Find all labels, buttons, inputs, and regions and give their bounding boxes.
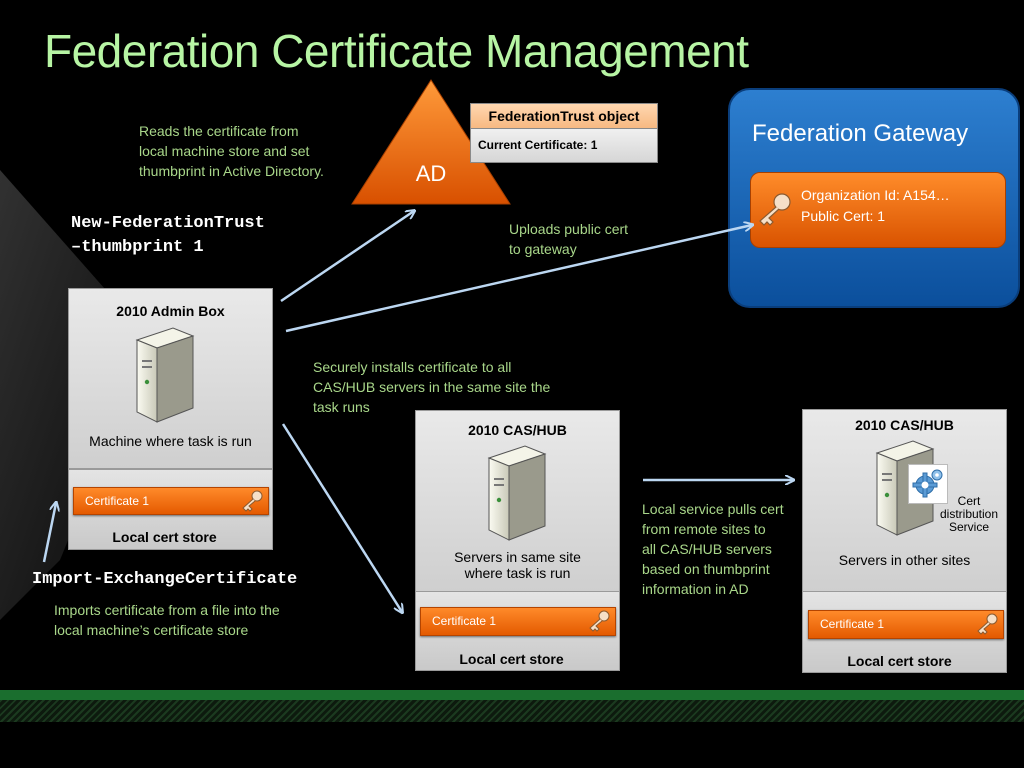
- footer-stripe-band: [0, 700, 1024, 722]
- key-icon: [759, 193, 791, 226]
- cas-other-title: 2010 CAS/HUB: [855, 417, 954, 433]
- command-new-federation-trust: New-FederationTrust –thumbprint 1: [71, 214, 265, 257]
- note-reads-certificate: Reads the certificate from local machine …: [139, 123, 324, 179]
- current-certificate: Current Certificate: 1: [478, 138, 598, 152]
- ad-label: AD: [416, 161, 447, 186]
- footer-green-band: [0, 690, 1024, 700]
- command-import-exchange-certificate: Import-ExchangeCertificate: [32, 570, 298, 589]
- federation-trust-body: Current Certificate: 1: [470, 128, 658, 163]
- cas-same-title: 2010 CAS/HUB: [468, 422, 567, 438]
- key-icon: [977, 613, 998, 635]
- cas-same-certificate: Certificate 1: [420, 607, 616, 636]
- public-cert: Public Cert: 1: [801, 208, 886, 224]
- admin-box-caption: Machine where task is run: [89, 433, 252, 449]
- page-title: Federation Certificate Management: [44, 25, 749, 77]
- admin-certificate: Certificate 1: [73, 487, 269, 515]
- cert-distribution-service-label: Cert distribution Service: [939, 494, 999, 534]
- note-pulls: Local service pulls cert from remote site…: [642, 501, 784, 597]
- admin-box-title: 2010 Admin Box: [116, 303, 225, 319]
- cas-same-store-label: Local cert store: [459, 651, 564, 667]
- organization-info: Organization Id: A154… Public Cert: 1: [801, 185, 950, 227]
- note-imports: Imports certificate from a file into the…: [54, 602, 280, 638]
- organization-id: Organization Id: A154…: [801, 187, 950, 203]
- key-icon: [242, 490, 263, 512]
- note-installs: Securely installs certificate to all CAS/…: [313, 359, 551, 415]
- cas-same-caption: Servers in same site where task is run: [454, 549, 581, 581]
- key-icon: [589, 610, 610, 632]
- cas-other-certificate: Certificate 1: [808, 610, 1004, 639]
- server-icon: [487, 445, 547, 541]
- cas-other-store-label: Local cert store: [847, 653, 952, 669]
- admin-store-label: Local cert store: [112, 529, 217, 545]
- server-icon: [135, 327, 195, 423]
- federation-trust-header: FederationTrust object: [470, 103, 658, 129]
- note-uploads: Uploads public cert to gateway: [509, 221, 629, 257]
- federation-gateway-title: Federation Gateway: [752, 120, 969, 147]
- cas-other-caption: Servers in other sites: [838, 552, 971, 568]
